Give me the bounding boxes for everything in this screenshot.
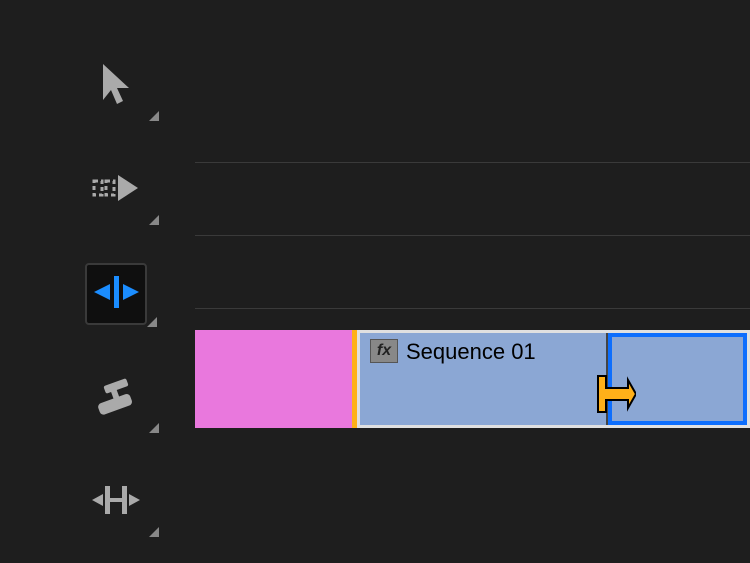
submenu-indicator-icon (149, 527, 159, 537)
submenu-indicator-icon (149, 111, 159, 121)
track-line[interactable] (195, 163, 750, 236)
ripple-edit-icon (88, 272, 144, 317)
submenu-indicator-icon (147, 317, 157, 327)
slip-tool[interactable] (85, 471, 147, 533)
track-line[interactable] (195, 236, 750, 309)
ripple-edit-tool[interactable] (85, 263, 147, 325)
submenu-indicator-icon (149, 215, 159, 225)
clip-segment-left[interactable]: fx Sequence 01 (360, 333, 608, 425)
ripple-edit-cursor-icon (592, 372, 636, 421)
submenu-indicator-icon (149, 423, 159, 433)
clip-pink[interactable] (195, 330, 357, 428)
razor-icon (94, 376, 138, 421)
clip-label: Sequence 01 (406, 339, 536, 365)
timeline-tracks (195, 90, 750, 309)
track-line[interactable] (195, 90, 750, 163)
clip-sequence[interactable]: fx Sequence 01 (357, 330, 750, 428)
selection-tool[interactable] (85, 55, 147, 117)
track-select-forward-tool[interactable] (85, 159, 147, 221)
slip-icon (90, 484, 142, 521)
razor-tool[interactable] (85, 367, 147, 429)
toolbar (85, 55, 147, 533)
timeline-clips-row[interactable]: fx Sequence 01 (195, 330, 750, 428)
clip-segment-right-selected[interactable] (608, 333, 747, 425)
fx-badge: fx (370, 339, 398, 363)
selection-tool-icon (99, 62, 133, 111)
track-select-forward-icon (92, 171, 140, 210)
